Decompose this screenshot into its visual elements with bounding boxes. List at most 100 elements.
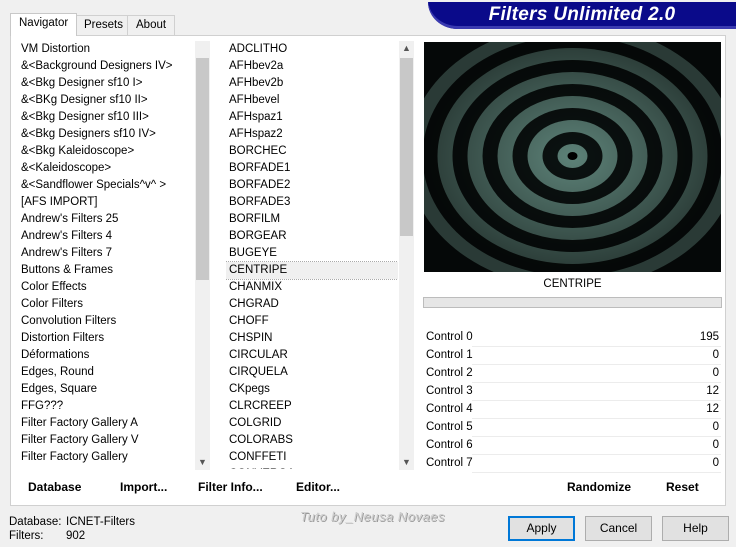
control-slider[interactable] xyxy=(472,383,721,401)
reset-button[interactable]: Reset xyxy=(666,480,699,494)
filter-preview xyxy=(424,42,721,272)
app-title: Filters Unlimited 2.0 xyxy=(488,4,676,25)
filter-item[interactable]: CHANMIX xyxy=(226,279,398,296)
category-item[interactable]: Distortion Filters xyxy=(18,330,194,347)
category-item[interactable]: &<Bkg Designers sf10 IV> xyxy=(18,126,194,143)
filter-item[interactable]: CONVERGA xyxy=(226,466,398,469)
control-row[interactable]: Control 7 0 xyxy=(424,455,721,473)
filter-item[interactable]: BORCHEC xyxy=(226,143,398,160)
filter-scroll-thumb[interactable] xyxy=(400,58,413,236)
category-item[interactable]: Edges, Square xyxy=(18,381,194,398)
filter-item[interactable]: BORFADE2 xyxy=(226,177,398,194)
control-value: 0 xyxy=(712,439,719,451)
category-item[interactable]: Color Filters xyxy=(18,296,194,313)
filter-item[interactable]: CKpegs xyxy=(226,381,398,398)
control-row[interactable]: Control 6 0 xyxy=(424,437,721,455)
category-item[interactable]: Andrew's Filters 4 xyxy=(18,228,194,245)
tab-navigator[interactable]: Navigator xyxy=(10,13,78,36)
filter-item[interactable]: AFHspaz2 xyxy=(226,126,398,143)
filter-info-button[interactable]: Filter Info... xyxy=(198,480,263,494)
category-item[interactable]: [AFS IMPORT] xyxy=(18,194,194,211)
category-item[interactable]: &<Bkg Designer sf10 III> xyxy=(18,109,194,126)
filter-item[interactable]: CHGRAD xyxy=(226,296,398,313)
filter-item[interactable]: CENTRIPE xyxy=(226,261,398,280)
control-value: 0 xyxy=(712,367,719,379)
category-item[interactable]: &<Kaleidoscope> xyxy=(18,160,194,177)
category-item[interactable]: VM Distortion xyxy=(18,41,194,58)
control-label: Control 1 xyxy=(426,349,473,361)
randomize-button[interactable]: Randomize xyxy=(567,480,631,494)
control-row[interactable]: Control 1 0 xyxy=(424,347,721,365)
category-item[interactable]: Buttons & Frames xyxy=(18,262,194,279)
editor-button[interactable]: Editor... xyxy=(296,480,340,494)
category-item[interactable]: Déformations xyxy=(18,347,194,364)
filter-item[interactable]: AFHspaz1 xyxy=(226,109,398,126)
filter-item[interactable]: CIRCULAR xyxy=(226,347,398,364)
control-slider[interactable] xyxy=(472,419,721,437)
filter-item[interactable]: BORGEAR xyxy=(226,228,398,245)
category-item[interactable]: Filter Factory Gallery A xyxy=(18,415,194,432)
category-item[interactable]: Filter Factory Gallery xyxy=(18,449,194,466)
category-list[interactable]: VM Distortion &<Background Designers IV> &… xyxy=(18,41,194,469)
database-value: ICNET-Filters xyxy=(66,516,135,528)
category-item[interactable]: &<Bkg Kaleidoscope> xyxy=(18,143,194,160)
filter-item[interactable]: CLRCREEP xyxy=(226,398,398,415)
filter-item[interactable]: AFHbev2b xyxy=(226,75,398,92)
filter-item[interactable]: AFHbev2a xyxy=(226,58,398,75)
apply-button[interactable]: Apply xyxy=(508,516,575,541)
category-item[interactable]: &<Background Designers IV> xyxy=(18,58,194,75)
help-button[interactable]: Help xyxy=(662,516,729,541)
category-item[interactable]: Andrew's Filters 25 xyxy=(18,211,194,228)
filter-item[interactable]: CONFFETI xyxy=(226,449,398,466)
filter-item[interactable]: BORFADE3 xyxy=(226,194,398,211)
control-row[interactable]: Control 4 12 xyxy=(424,401,721,419)
control-slider[interactable] xyxy=(472,455,721,473)
cancel-button[interactable]: Cancel xyxy=(585,516,652,541)
filter-item[interactable]: COLORABS xyxy=(226,432,398,449)
control-slider[interactable] xyxy=(472,347,721,365)
control-value: 12 xyxy=(706,385,719,397)
control-value: 12 xyxy=(706,403,719,415)
filter-item[interactable]: COLGRID xyxy=(226,415,398,432)
chevron-down-icon[interactable]: ▼ xyxy=(399,455,414,470)
category-item[interactable]: Filter Factory Gallery V xyxy=(18,432,194,449)
filters-count: 902 xyxy=(66,530,86,542)
filter-item[interactable]: CIRQUELA xyxy=(226,364,398,381)
filter-item[interactable]: BORFADE1 xyxy=(226,160,398,177)
filter-item[interactable]: CHSPIN xyxy=(226,330,398,347)
category-item[interactable]: Andrew's Filters 7 xyxy=(18,245,194,262)
category-item[interactable]: &<BKg Designer sf10 II> xyxy=(18,92,194,109)
category-item[interactable]: Edges, Round xyxy=(18,364,194,381)
category-item[interactable]: &<Sandflower Specials^v^ > xyxy=(18,177,194,194)
filters-label: Filters: xyxy=(9,530,44,542)
category-item[interactable]: &<Bkg Designer sf10 I> xyxy=(18,75,194,92)
filter-item[interactable]: AFHbevel xyxy=(226,92,398,109)
category-scroll-thumb[interactable] xyxy=(196,58,209,280)
category-item[interactable]: Color Effects xyxy=(18,279,194,296)
tab-about[interactable]: About xyxy=(127,15,176,35)
control-row[interactable]: Control 3 12 xyxy=(424,383,721,401)
control-row[interactable]: Control 5 0 xyxy=(424,419,721,437)
chevron-down-icon[interactable]: ▼ xyxy=(195,455,210,470)
category-scrollbar[interactable]: ▼ xyxy=(195,41,210,470)
control-slider[interactable] xyxy=(472,437,721,455)
control-row[interactable]: Control 2 0 xyxy=(424,365,721,383)
filter-item[interactable]: BUGEYE xyxy=(226,245,398,262)
control-label: Control 2 xyxy=(426,367,473,379)
filter-item[interactable]: CHOFF xyxy=(226,313,398,330)
database-button[interactable]: Database xyxy=(28,480,81,494)
tab-presets[interactable]: Presets xyxy=(75,15,132,35)
import-button[interactable]: Import... xyxy=(120,480,167,494)
filter-list[interactable]: ADCLITHO AFHbev2a AFHbev2b AFHbevel AFHspaz1… xyxy=(226,41,398,469)
category-item[interactable]: FFG??? xyxy=(18,398,194,415)
control-slider[interactable] xyxy=(472,365,721,383)
control-row[interactable]: Control 0 195 xyxy=(424,329,721,347)
control-slider[interactable] xyxy=(472,329,721,347)
chevron-up-icon[interactable]: ▲ xyxy=(399,41,414,56)
category-item[interactable]: Convolution Filters xyxy=(18,313,194,330)
filter-scrollbar[interactable]: ▲ ▼ xyxy=(399,41,414,470)
watermark-text: Tuto by_Neusa Novaes xyxy=(300,509,445,524)
control-slider[interactable] xyxy=(472,401,721,419)
filter-item[interactable]: BORFILM xyxy=(226,211,398,228)
filter-item[interactable]: ADCLITHO xyxy=(226,41,398,58)
